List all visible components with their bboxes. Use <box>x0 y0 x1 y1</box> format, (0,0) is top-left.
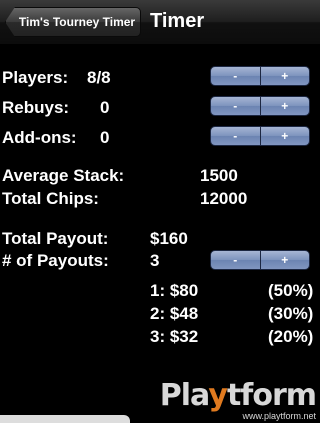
total-chips-value: 12000 <box>200 189 248 208</box>
rebuys-stepper: - + <box>210 96 310 116</box>
payout-place-amount: 3: $32 <box>150 327 199 346</box>
payout-place-amount: 1: $80 <box>150 281 199 300</box>
players-label: Players: <box>2 68 69 87</box>
bottom-toolbar-peek <box>0 415 130 423</box>
rebuys-minus-button[interactable]: - <box>210 96 261 116</box>
payouts-plus-button[interactable]: + <box>260 250 310 270</box>
total-chips-row: Total Chips: 12000 <box>0 186 320 210</box>
back-button[interactable]: Tim's Tourney Timer <box>5 7 141 37</box>
navigation-bar: Tim's Tourney Timer Timer <box>0 0 320 45</box>
addons-value: 0 <box>100 128 110 147</box>
page-title: Timer <box>150 10 205 32</box>
total-payout-row: Total Payout: $160 <box>0 226 320 250</box>
total-payout-label: Total Payout: <box>2 229 109 248</box>
payout-place-percent: (50%) <box>268 281 314 300</box>
payouts-minus-button[interactable]: - <box>210 250 261 270</box>
payout-place-percent: (30%) <box>268 304 314 323</box>
payout-place-row: 2: $48 (30%) <box>0 301 320 325</box>
average-stack-value: 1500 <box>200 166 238 185</box>
rebuys-value: 0 <box>100 98 110 117</box>
total-payout-value: $160 <box>150 229 188 248</box>
players-stepper: - + <box>210 66 310 86</box>
addons-row: Add-ons: 0 - + <box>0 125 320 149</box>
players-minus-button[interactable]: - <box>210 66 261 86</box>
addons-minus-button[interactable]: - <box>210 126 261 146</box>
payout-place-row: 3: $32 (20%) <box>0 324 320 348</box>
addons-stepper: - + <box>210 126 310 146</box>
num-payouts-row: # of Payouts: 3 - + <box>0 248 320 272</box>
playtform-logo: Playtform <box>159 378 317 413</box>
players-value: 8/8 <box>87 68 111 87</box>
num-payouts-value: 3 <box>150 251 160 270</box>
addons-label: Add-ons: <box>2 128 77 147</box>
payout-place-amount: 2: $48 <box>150 304 199 323</box>
players-row: Players: 8/8 - + <box>0 65 320 89</box>
payout-place-row: 1: $80 (50%) <box>0 278 320 302</box>
total-chips-label: Total Chips: <box>2 189 99 208</box>
players-plus-button[interactable]: + <box>260 66 310 86</box>
num-payouts-label: # of Payouts: <box>2 251 109 270</box>
payouts-stepper: - + <box>210 250 310 270</box>
playtform-watermark: Playtform www.playtform.net <box>159 378 317 422</box>
rebuys-row: Rebuys: 0 - + <box>0 95 320 119</box>
rebuys-plus-button[interactable]: + <box>260 96 310 116</box>
average-stack-label: Average Stack: <box>2 166 125 185</box>
payout-place-percent: (20%) <box>268 327 314 346</box>
addons-plus-button[interactable]: + <box>260 126 310 146</box>
average-stack-row: Average Stack: 1500 <box>0 163 320 187</box>
rebuys-label: Rebuys: <box>2 98 70 117</box>
